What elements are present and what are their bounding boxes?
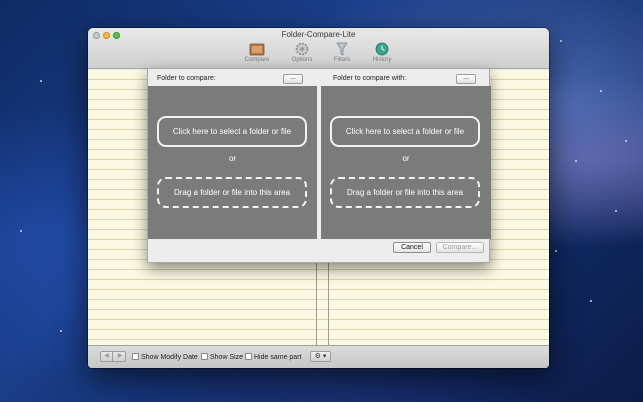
right-pane-label: Folder to compare with:: [333, 75, 407, 82]
history-icon: [375, 42, 389, 56]
left-drop-zone[interactable]: Drag a folder or file into this area: [157, 177, 307, 208]
browse-right-button[interactable]: ...: [456, 74, 476, 84]
hide-same-part-checkbox[interactable]: Hide same part: [245, 353, 301, 363]
show-size-label: Show Size: [210, 354, 244, 361]
bottom-bar: ◀ ▶ Show Modify Date Show Size Hide same…: [88, 345, 549, 368]
select-right-button[interactable]: Click here to select a folder or file: [330, 116, 480, 147]
right-drop-pane[interactable]: Click here to select a folder or file or…: [321, 86, 491, 239]
navigation-segment[interactable]: ◀ ▶: [100, 351, 126, 362]
filter-icon: [336, 42, 348, 56]
hide-same-part-label: Hide same part: [254, 354, 302, 361]
or-label: or: [402, 154, 410, 163]
checkbox-box[interactable]: [132, 353, 139, 360]
window-title: Folder-Compare-Lite: [281, 30, 356, 39]
checkbox-box[interactable]: [201, 353, 208, 360]
cancel-button[interactable]: Cancel: [393, 242, 431, 253]
left-drop-pane[interactable]: Click here to select a folder or file or…: [148, 86, 317, 239]
toolbar-filters-label: Filters: [333, 57, 351, 63]
browse-left-button[interactable]: ...: [283, 74, 303, 84]
left-pane-label: Folder to compare:: [157, 75, 216, 82]
toolbar-options-label: Options: [291, 57, 313, 63]
toolbar-filters[interactable]: Filters: [322, 42, 362, 63]
toolbar-history-label: History: [372, 57, 392, 63]
select-left-button[interactable]: Click here to select a folder or file: [157, 116, 307, 147]
show-size-checkbox[interactable]: Show Size: [201, 353, 243, 363]
toolbar-options[interactable]: Options: [282, 42, 322, 63]
gear-icon: [295, 42, 309, 56]
show-modify-date-label: Show Modify Date: [141, 354, 198, 361]
compare-button[interactable]: Compare...: [436, 242, 484, 253]
checkbox-box[interactable]: [245, 353, 252, 360]
toolbar-history[interactable]: History: [362, 42, 402, 63]
show-modify-date-checkbox[interactable]: Show Modify Date: [132, 353, 198, 363]
previous-icon[interactable]: ◀: [101, 352, 113, 361]
or-label: or: [228, 154, 237, 163]
compare-icon: [249, 43, 265, 56]
action-menu-button[interactable]: ⚙ ▾: [310, 351, 331, 362]
right-drop-zone[interactable]: Drag a folder or file into this area: [330, 177, 480, 208]
select-folders-sheet: Folder to compare: ... Folder to compare…: [147, 68, 491, 263]
next-icon[interactable]: ▶: [114, 352, 126, 361]
toolbar-compare[interactable]: Compare: [237, 42, 277, 63]
title-bar: Folder-Compare-Lite Compare Options Filt…: [88, 28, 549, 69]
toolbar-compare-label: Compare: [244, 57, 270, 63]
